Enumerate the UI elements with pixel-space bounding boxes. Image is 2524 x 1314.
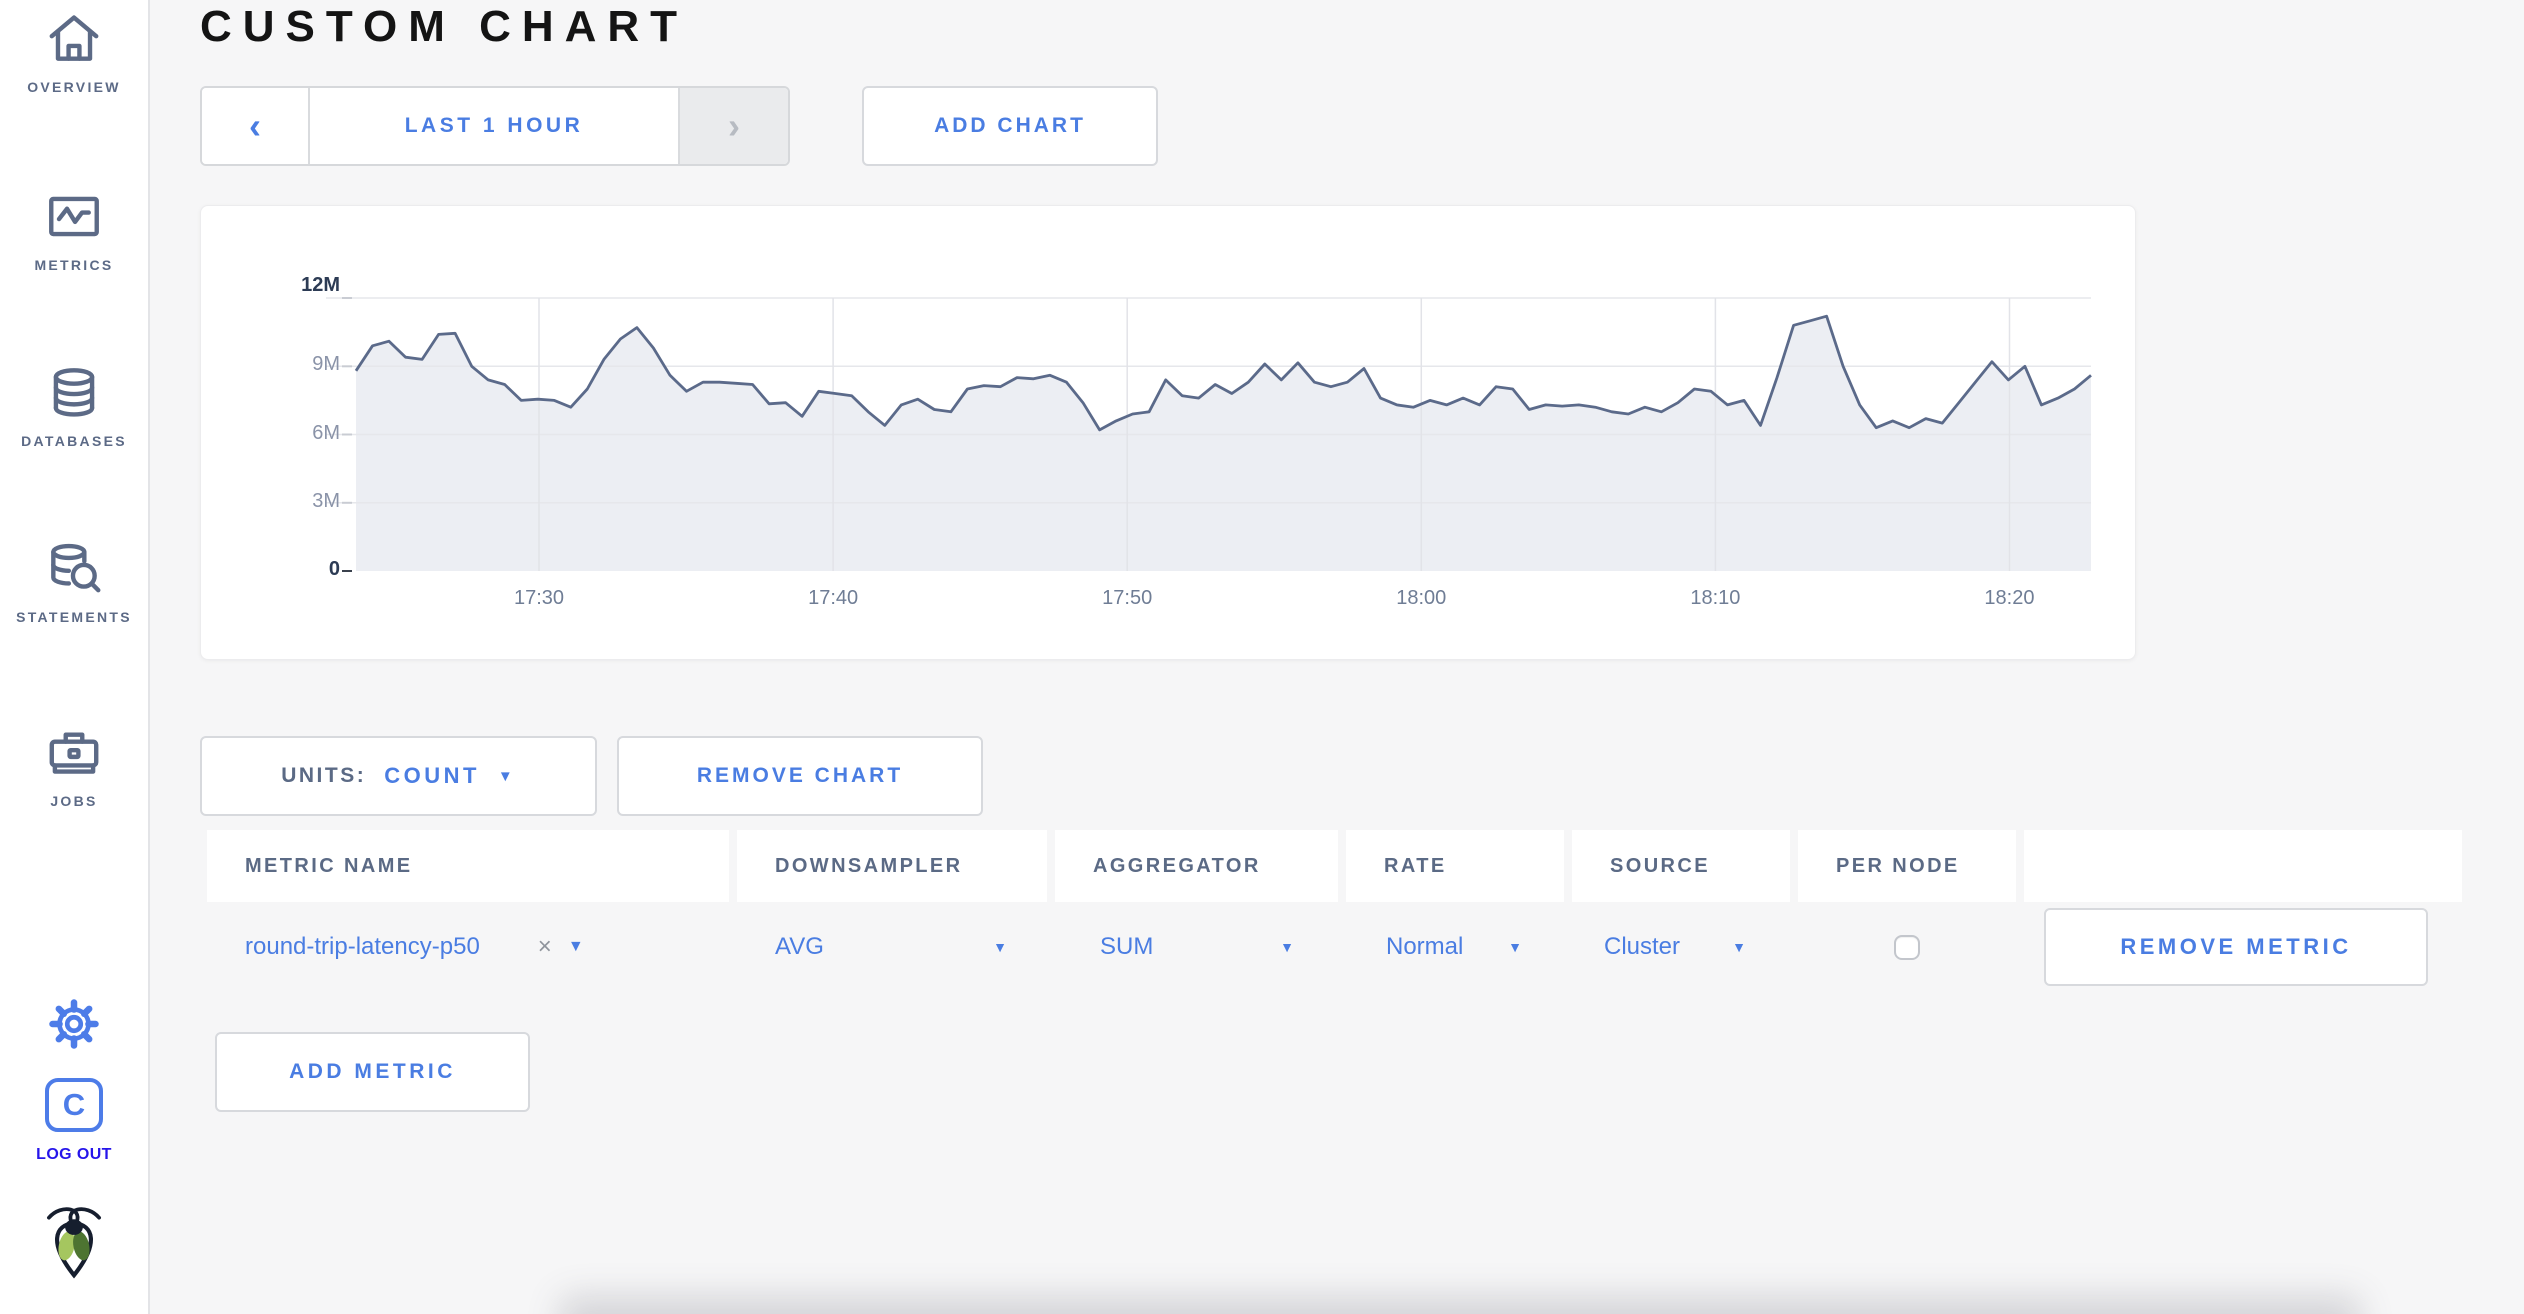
gear-icon [46, 996, 102, 1057]
per-node-checkbox[interactable] [1894, 934, 1920, 960]
downsampler-value: AVG [775, 933, 824, 960]
logo-letter: C [62, 1087, 86, 1122]
database-search-icon [43, 538, 105, 600]
y-axis-tick-label: 3M [312, 489, 340, 512]
logout-button[interactable]: C LOG OUT [0, 1078, 148, 1164]
sidebar-item-jobs[interactable]: JOBS [0, 722, 148, 809]
custom-chart-page: OVERVIEW METRICS DATABASES STATEMENTS JO… [0, 0, 2524, 1314]
settings-button[interactable] [0, 996, 148, 1057]
metric-actions-cell: REMOVE METRIC [2024, 902, 2462, 992]
metric-name-value[interactable]: round-trip-latency-p50 [245, 933, 480, 961]
time-window-selector: ‹ LAST 1 HOUR › [200, 86, 790, 166]
sidebar-item-databases[interactable]: DATABASES [0, 362, 148, 449]
x-axis-tick-label: 17:30 [514, 587, 565, 609]
metrics-table: METRIC NAME DOWNSAMPLER AGGREGATOR RATE … [207, 830, 2462, 992]
units-label: UNITS: [281, 764, 367, 787]
chevron-down-icon: ▼ [1732, 939, 1746, 955]
chevron-down-icon: ▼ [497, 767, 516, 785]
chevron-down-icon: ▼ [993, 939, 1007, 955]
column-header-actions [2024, 830, 2462, 902]
clear-metric-icon[interactable]: × [538, 935, 552, 959]
time-window-prev-button[interactable]: ‹ [202, 88, 310, 164]
sidebar-item-label: JOBS [50, 793, 98, 809]
sidebar: OVERVIEW METRICS DATABASES STATEMENTS JO… [0, 0, 150, 1314]
remove-chart-button[interactable]: REMOVE CHART [617, 736, 983, 816]
downsampler-dropdown[interactable]: AVG ▼ [737, 902, 1047, 992]
chevron-down-icon: ▼ [1508, 939, 1522, 955]
units-dropdown[interactable]: UNITS: COUNT ▼ [200, 736, 597, 816]
chart-card: 0 3M 6M 9M 12M 17:30 17:40 17:50 18:00 18:10 18:20 [200, 205, 2136, 660]
sidebar-item-label: STATEMENTS [16, 609, 132, 625]
cockroach-logo-icon [47, 1207, 101, 1279]
metric-row: round-trip-latency-p50 × ▼ AVG ▼ SUM ▼ N… [207, 902, 2462, 992]
y-axis-tick-label: 0 [328, 558, 340, 580]
per-node-cell [1798, 902, 2016, 992]
x-axis-tick-label: 18:20 [1984, 587, 2035, 609]
units-value: COUNT [384, 763, 480, 788]
metric-name-select-controls: × ▼ [538, 935, 584, 959]
x-axis-tick-label: 17:40 [808, 587, 859, 609]
sidebar-item-statements[interactable]: STATEMENTS [0, 538, 148, 625]
add-metric-button[interactable]: ADD METRIC [215, 1032, 530, 1112]
metrics-chart-icon [43, 186, 105, 248]
column-header-source: SOURCE [1572, 830, 1790, 902]
chevron-right-icon: › [728, 105, 740, 146]
briefcase-icon [43, 722, 105, 784]
chevron-down-icon[interactable]: ▼ [568, 939, 584, 955]
x-axis-tick-label: 18:10 [1690, 587, 1741, 609]
source-value: Cluster [1604, 933, 1681, 960]
custom-line-chart: 0 3M 6M 9M 12M 17:30 17:40 17:50 18:00 18:10 18:20 [301, 274, 2092, 609]
home-icon [43, 8, 105, 70]
y-axis-tick-label: 12M [301, 274, 340, 296]
metrics-table-header: METRIC NAME DOWNSAMPLER AGGREGATOR RATE … [207, 830, 2462, 902]
source-dropdown[interactable]: Cluster ▼ [1572, 902, 1790, 992]
sidebar-item-label: DATABASES [21, 433, 127, 449]
metric-name-cell: round-trip-latency-p50 × ▼ [207, 902, 729, 992]
sidebar-item-metrics[interactable]: METRICS [0, 186, 148, 273]
column-header-rate: RATE [1346, 830, 1564, 902]
cockroach-logo[interactable] [0, 1202, 148, 1294]
x-axis-tick-label: 18:00 [1396, 587, 1447, 609]
database-icon [43, 362, 105, 424]
chevron-down-icon: ▼ [1280, 939, 1294, 955]
x-axis-tick-label: 17:50 [1102, 587, 1153, 609]
aggregator-value: SUM [1100, 933, 1154, 960]
chevron-left-icon: ‹ [249, 105, 261, 146]
sidebar-item-label: METRICS [34, 257, 114, 273]
column-header-downsampler: DOWNSAMPLER [737, 830, 1047, 902]
chart-controls-row: UNITS: COUNT ▼ REMOVE CHART [200, 736, 983, 816]
remove-metric-button[interactable]: REMOVE METRIC [2044, 908, 2428, 986]
rate-dropdown[interactable]: Normal ▼ [1346, 902, 1564, 992]
y-axis-tick-label: 6M [312, 421, 340, 444]
column-header-per-node: PER NODE [1798, 830, 2016, 902]
column-header-aggregator: AGGREGATOR [1055, 830, 1338, 902]
rate-value: Normal [1386, 933, 1464, 960]
sidebar-item-label: OVERVIEW [27, 79, 121, 95]
cockroach-c-icon: C [45, 1078, 103, 1132]
y-axis-tick-label: 9M [312, 353, 340, 376]
column-header-metric-name: METRIC NAME [207, 830, 729, 902]
aggregator-dropdown[interactable]: SUM ▼ [1055, 902, 1338, 992]
time-window-next-button[interactable]: › [678, 88, 788, 164]
page-title: CUSTOM CHART [200, 2, 689, 51]
add-chart-button[interactable]: ADD CHART [862, 86, 1158, 166]
sidebar-item-overview[interactable]: OVERVIEW [0, 8, 148, 95]
logout-label: LOG OUT [36, 1146, 112, 1163]
time-window-value[interactable]: LAST 1 HOUR [310, 88, 678, 164]
